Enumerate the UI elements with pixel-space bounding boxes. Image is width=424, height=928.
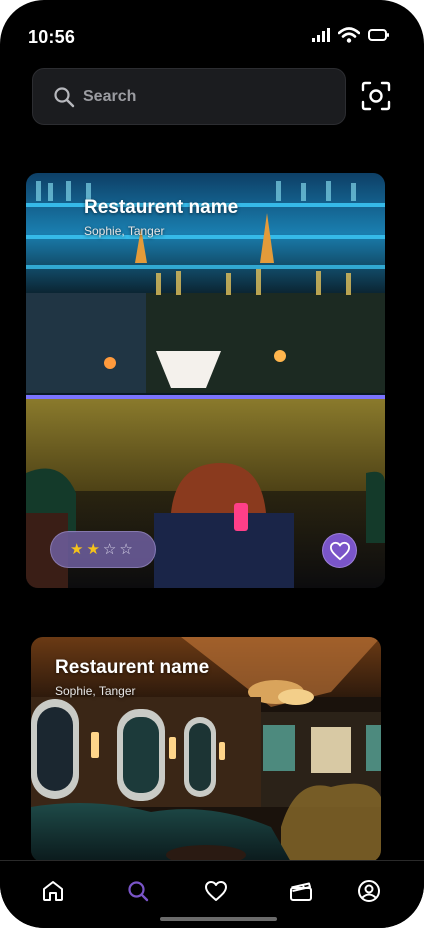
phone-screen: 10:56 Search Restaurent name Sophie, Tan… bbox=[0, 0, 424, 928]
status-time: 10:56 bbox=[28, 27, 76, 47]
search-placeholder: Search bbox=[83, 87, 137, 105]
profile-icon bbox=[358, 880, 380, 902]
restaurant-card[interactable]: Restaurent name Sophie, Tanger ★ ★ ☆ ☆ bbox=[26, 173, 385, 588]
restaurant-photo bbox=[26, 173, 385, 588]
rating-badge: ★ ★ ☆ ☆ bbox=[50, 531, 156, 568]
signal-icon bbox=[312, 28, 330, 42]
battery-icon bbox=[368, 29, 389, 41]
restaurant-name: Restaurent name bbox=[55, 657, 210, 678]
search-input[interactable]: Search bbox=[32, 68, 346, 125]
heart-icon bbox=[329, 541, 350, 560]
star-icon: ★ bbox=[70, 541, 84, 558]
status-icons bbox=[312, 27, 390, 43]
heart-icon bbox=[205, 881, 227, 901]
status-bar: 10:56 bbox=[0, 0, 424, 70]
star-outline-icon: ☆ bbox=[119, 541, 133, 558]
scan-button[interactable] bbox=[360, 80, 392, 112]
nav-favorites[interactable] bbox=[202, 877, 230, 905]
search-icon bbox=[54, 86, 75, 107]
nav-search[interactable] bbox=[124, 877, 152, 905]
restaurant-name: Restaurent name bbox=[84, 197, 239, 218]
home-icon bbox=[43, 881, 63, 901]
clapperboard-icon bbox=[290, 882, 312, 901]
search-icon bbox=[128, 881, 149, 902]
bottom-nav bbox=[0, 860, 424, 928]
restaurant-card[interactable]: Restaurent name Sophie, Tanger bbox=[31, 637, 381, 862]
favorite-button[interactable] bbox=[322, 533, 357, 568]
restaurant-location: Sophie, Tanger bbox=[55, 684, 136, 698]
wifi-icon bbox=[338, 27, 360, 43]
nav-profile[interactable] bbox=[355, 877, 383, 905]
star-icon: ★ bbox=[86, 541, 100, 558]
nav-home[interactable] bbox=[39, 877, 67, 905]
restaurant-location: Sophie, Tanger bbox=[84, 224, 165, 238]
star-outline-icon: ☆ bbox=[102, 541, 117, 558]
scan-icon bbox=[361, 81, 391, 111]
home-indicator bbox=[160, 917, 277, 921]
nav-media[interactable] bbox=[287, 877, 315, 905]
